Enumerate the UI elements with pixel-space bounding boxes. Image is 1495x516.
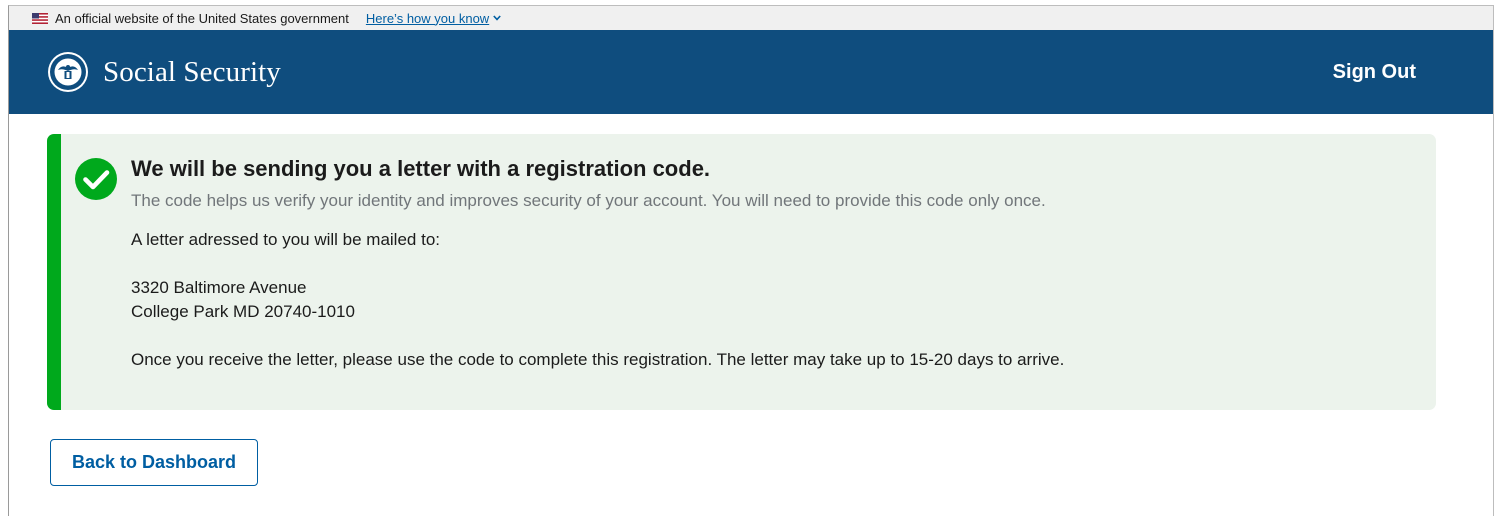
- ssa-seal-icon: [48, 52, 88, 92]
- us-flag-icon: [32, 12, 48, 24]
- mailing-address: 3320 Baltimore Avenue College Park MD 20…: [131, 276, 1416, 324]
- home-logo-link[interactable]: Social Security: [47, 51, 281, 93]
- back-to-dashboard-button[interactable]: Back to Dashboard: [50, 439, 258, 486]
- address-line-2: College Park MD 20740-1010: [131, 302, 355, 321]
- alert-heading: We will be sending you a letter with a r…: [131, 156, 711, 181]
- checkmark-circle-icon: [75, 158, 117, 200]
- sign-out-link[interactable]: Sign Out: [1333, 61, 1416, 84]
- success-alert: We will be sending you a letter with a r…: [47, 134, 1436, 410]
- heres-how-you-know-link[interactable]: Here’s how you know: [366, 11, 501, 26]
- browser-frame: An official website of the United States…: [8, 5, 1494, 516]
- alert-subtext: The code helps us verify your identity a…: [131, 191, 1046, 210]
- site-header: Social Security Sign Out: [9, 30, 1493, 114]
- gov-banner: An official website of the United States…: [9, 6, 1493, 30]
- heres-how-you-know-label: Here’s how you know: [365, 10, 490, 26]
- brand-name: Social Security: [103, 55, 281, 88]
- chevron-down-icon: [493, 15, 501, 21]
- address-line-1: 3320 Baltimore Avenue: [131, 278, 307, 297]
- gov-banner-text: An official website of the United States…: [55, 10, 349, 26]
- alert-body: We will be sending you a letter with a r…: [131, 154, 1416, 372]
- mailed-intro-text: A letter adressed to you will be mailed …: [131, 230, 440, 249]
- closing-text: Once you receive the letter, please use …: [131, 350, 1065, 369]
